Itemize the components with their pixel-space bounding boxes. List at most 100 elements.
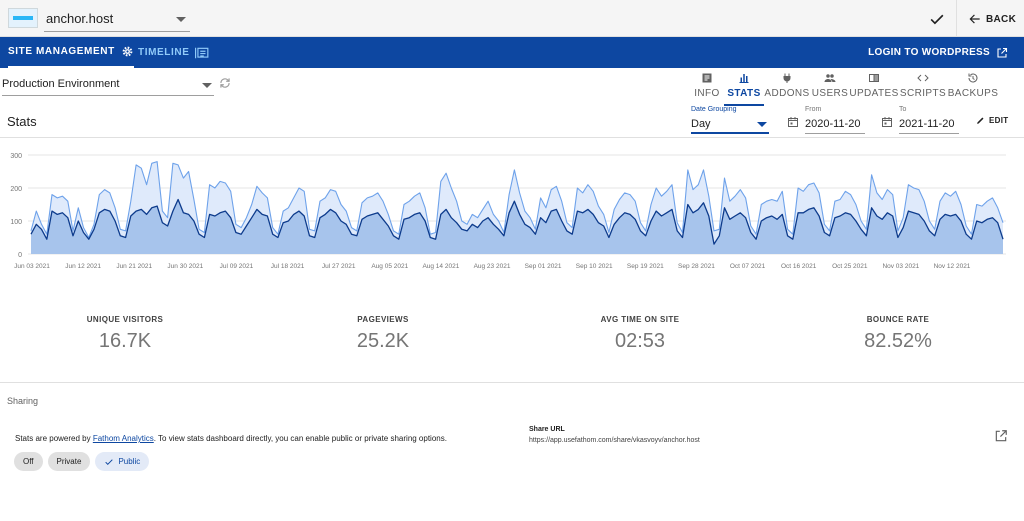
tab-timeline[interactable]: TIMELINE [138, 37, 209, 68]
sharing-title: Sharing [7, 396, 39, 406]
sharing-option-public[interactable]: Public [95, 452, 150, 471]
sync-icon[interactable] [218, 76, 232, 90]
chevron-down-icon [176, 17, 186, 22]
x-tick-label: Jul 27 2021 [322, 263, 356, 270]
metric-pageviews: PAGEVIEWS 25.2K [283, 315, 483, 353]
sharing-option-private[interactable]: Private [47, 452, 91, 471]
x-tick-label: Jun 03 2021 [14, 263, 50, 270]
x-tick-label: Sep 28 2021 [678, 263, 715, 270]
updates-icon [869, 74, 879, 82]
tab-users[interactable]: USERS [810, 70, 850, 104]
environment-selector[interactable]: Production Environment [2, 74, 214, 96]
history-icon [968, 73, 978, 83]
open-in-new-icon[interactable] [994, 429, 1008, 443]
x-tick-label: Sep 10 2021 [576, 263, 613, 270]
metric-label: BOUNCE RATE [866, 315, 930, 324]
sharing-option-off[interactable]: Off [14, 452, 43, 471]
timeline-icon [195, 47, 209, 58]
metric-avg-time: AVG TIME ON SITE 02:53 [540, 315, 740, 353]
open-in-new-icon [997, 47, 1008, 58]
chevron-down-icon [757, 122, 767, 127]
tab-label: SCRIPTS [899, 88, 947, 99]
x-tick-label: Aug 23 2021 [474, 263, 511, 270]
y-tick-label: 100 [10, 219, 22, 226]
x-tick-label: Sep 19 2021 [627, 263, 664, 270]
metric-label: UNIQUE VISITORS [86, 315, 164, 324]
tab-addons[interactable]: ADDONS [764, 70, 810, 104]
metrics-divider [0, 382, 1024, 383]
metric-value: 82.52% [864, 330, 932, 352]
x-tick-label: Nov 03 2021 [882, 263, 919, 270]
info-icon [702, 73, 712, 83]
metric-label: AVG TIME ON SITE [600, 315, 680, 324]
from-date-value: 2020-11-20 [805, 118, 861, 130]
tab-label: BACKUPS [947, 88, 999, 99]
x-tick-label: Oct 07 2021 [730, 263, 766, 270]
tab-label: INFO [694, 88, 720, 99]
y-tick-label: 200 [10, 186, 22, 193]
login-label: LOGIN TO WORDPRESS [868, 47, 990, 58]
x-tick-label: Jul 18 2021 [271, 263, 305, 270]
y-tick-label: 0 [18, 252, 22, 259]
tab-backups[interactable]: BACKUPS [948, 70, 998, 104]
metric-bounce-rate: BOUNCE RATE 82.52% [798, 315, 998, 353]
chip-label: Private [56, 457, 82, 466]
calendar-icon [882, 117, 892, 127]
fathom-analytics-link[interactable]: Fathom Analytics [93, 434, 154, 443]
chip-label: Off [23, 457, 34, 466]
sharing-description: Stats are powered by Fathom Analytics. T… [15, 434, 447, 443]
edit-button[interactable]: EDIT [976, 116, 1008, 125]
tab-timeline-label: TIMELINE [138, 47, 190, 58]
main-nav: SITE MANAGEMENT TIMELINE LOGIN TO WORDPR… [0, 37, 1024, 68]
header-divider [0, 137, 1024, 138]
environment-selector-value: Production Environment [2, 78, 120, 90]
tab-label: USERS [811, 88, 849, 99]
back-button-label: BACK [986, 13, 1017, 25]
metric-value: 25.2K [356, 330, 410, 352]
stats-chart: 0 100 200 300 Jun 03 2021 Jun 12 2021 Jun 21 2… [10, 153, 1006, 270]
tab-scripts[interactable]: SCRIPTS [898, 70, 948, 104]
tab-label: STATS [727, 88, 761, 99]
site-thumbnail [8, 8, 38, 28]
top-app-bar: anchor.host BACK [0, 0, 1024, 37]
back-button[interactable]: BACK [968, 10, 1016, 28]
tab-info[interactable]: INFO [690, 70, 724, 104]
y-tick-label: 300 [10, 153, 22, 160]
from-date-input[interactable]: From 2020-11-20 [805, 104, 865, 134]
date-grouping-label: Date Grouping [691, 106, 737, 113]
x-tick-label: Jun 21 2021 [116, 263, 152, 270]
tab-site-management[interactable]: SITE MANAGEMENT [8, 37, 134, 68]
check-icon [105, 458, 114, 465]
check-icon[interactable] [926, 9, 948, 29]
site-selector[interactable]: anchor.host [44, 6, 190, 32]
metric-label: PAGEVIEWS [357, 315, 409, 324]
metric-value: 02:53 [614, 330, 666, 352]
pencil-icon [977, 117, 984, 124]
gear-icon [122, 46, 133, 57]
login-to-wordpress-button[interactable]: LOGIN TO WORDPRESS [868, 37, 1008, 68]
date-grouping-select[interactable]: Date Grouping Day [691, 104, 769, 134]
section-tabs: INFO STATS ADDONS USERS UPDATES SCRIPTS … [690, 70, 998, 106]
tab-label: UPDATES [849, 88, 899, 99]
plug-icon [783, 73, 791, 83]
tab-updates[interactable]: UPDATES [849, 70, 899, 104]
sharing-options: Off Private Public [14, 452, 150, 471]
x-tick-label: Nov 12 2021 [934, 263, 971, 270]
metric-unique-visitors: UNIQUE VISITORS 16.7K [25, 315, 225, 353]
site-selector-value: anchor.host [46, 11, 114, 26]
toolbar-divider [956, 0, 957, 37]
code-icon [917, 74, 929, 82]
chip-label: Public [118, 457, 141, 466]
share-url-label: Share URL [529, 426, 565, 433]
metric-value: 16.7K [98, 330, 152, 352]
x-tick-label: Jun 12 2021 [65, 263, 101, 270]
tab-stats[interactable]: STATS [724, 70, 764, 106]
bar-chart-icon [739, 74, 749, 83]
arrow-left-icon [969, 14, 980, 24]
tab-site-management-label: SITE MANAGEMENT [8, 46, 115, 57]
chevron-down-icon [202, 83, 212, 88]
x-tick-label: Sep 01 2021 [525, 263, 562, 270]
to-date-input[interactable]: To 2021-11-20 [899, 104, 959, 134]
x-tick-label: Oct 25 2021 [832, 263, 868, 270]
x-tick-label: Aug 05 2021 [371, 263, 408, 270]
